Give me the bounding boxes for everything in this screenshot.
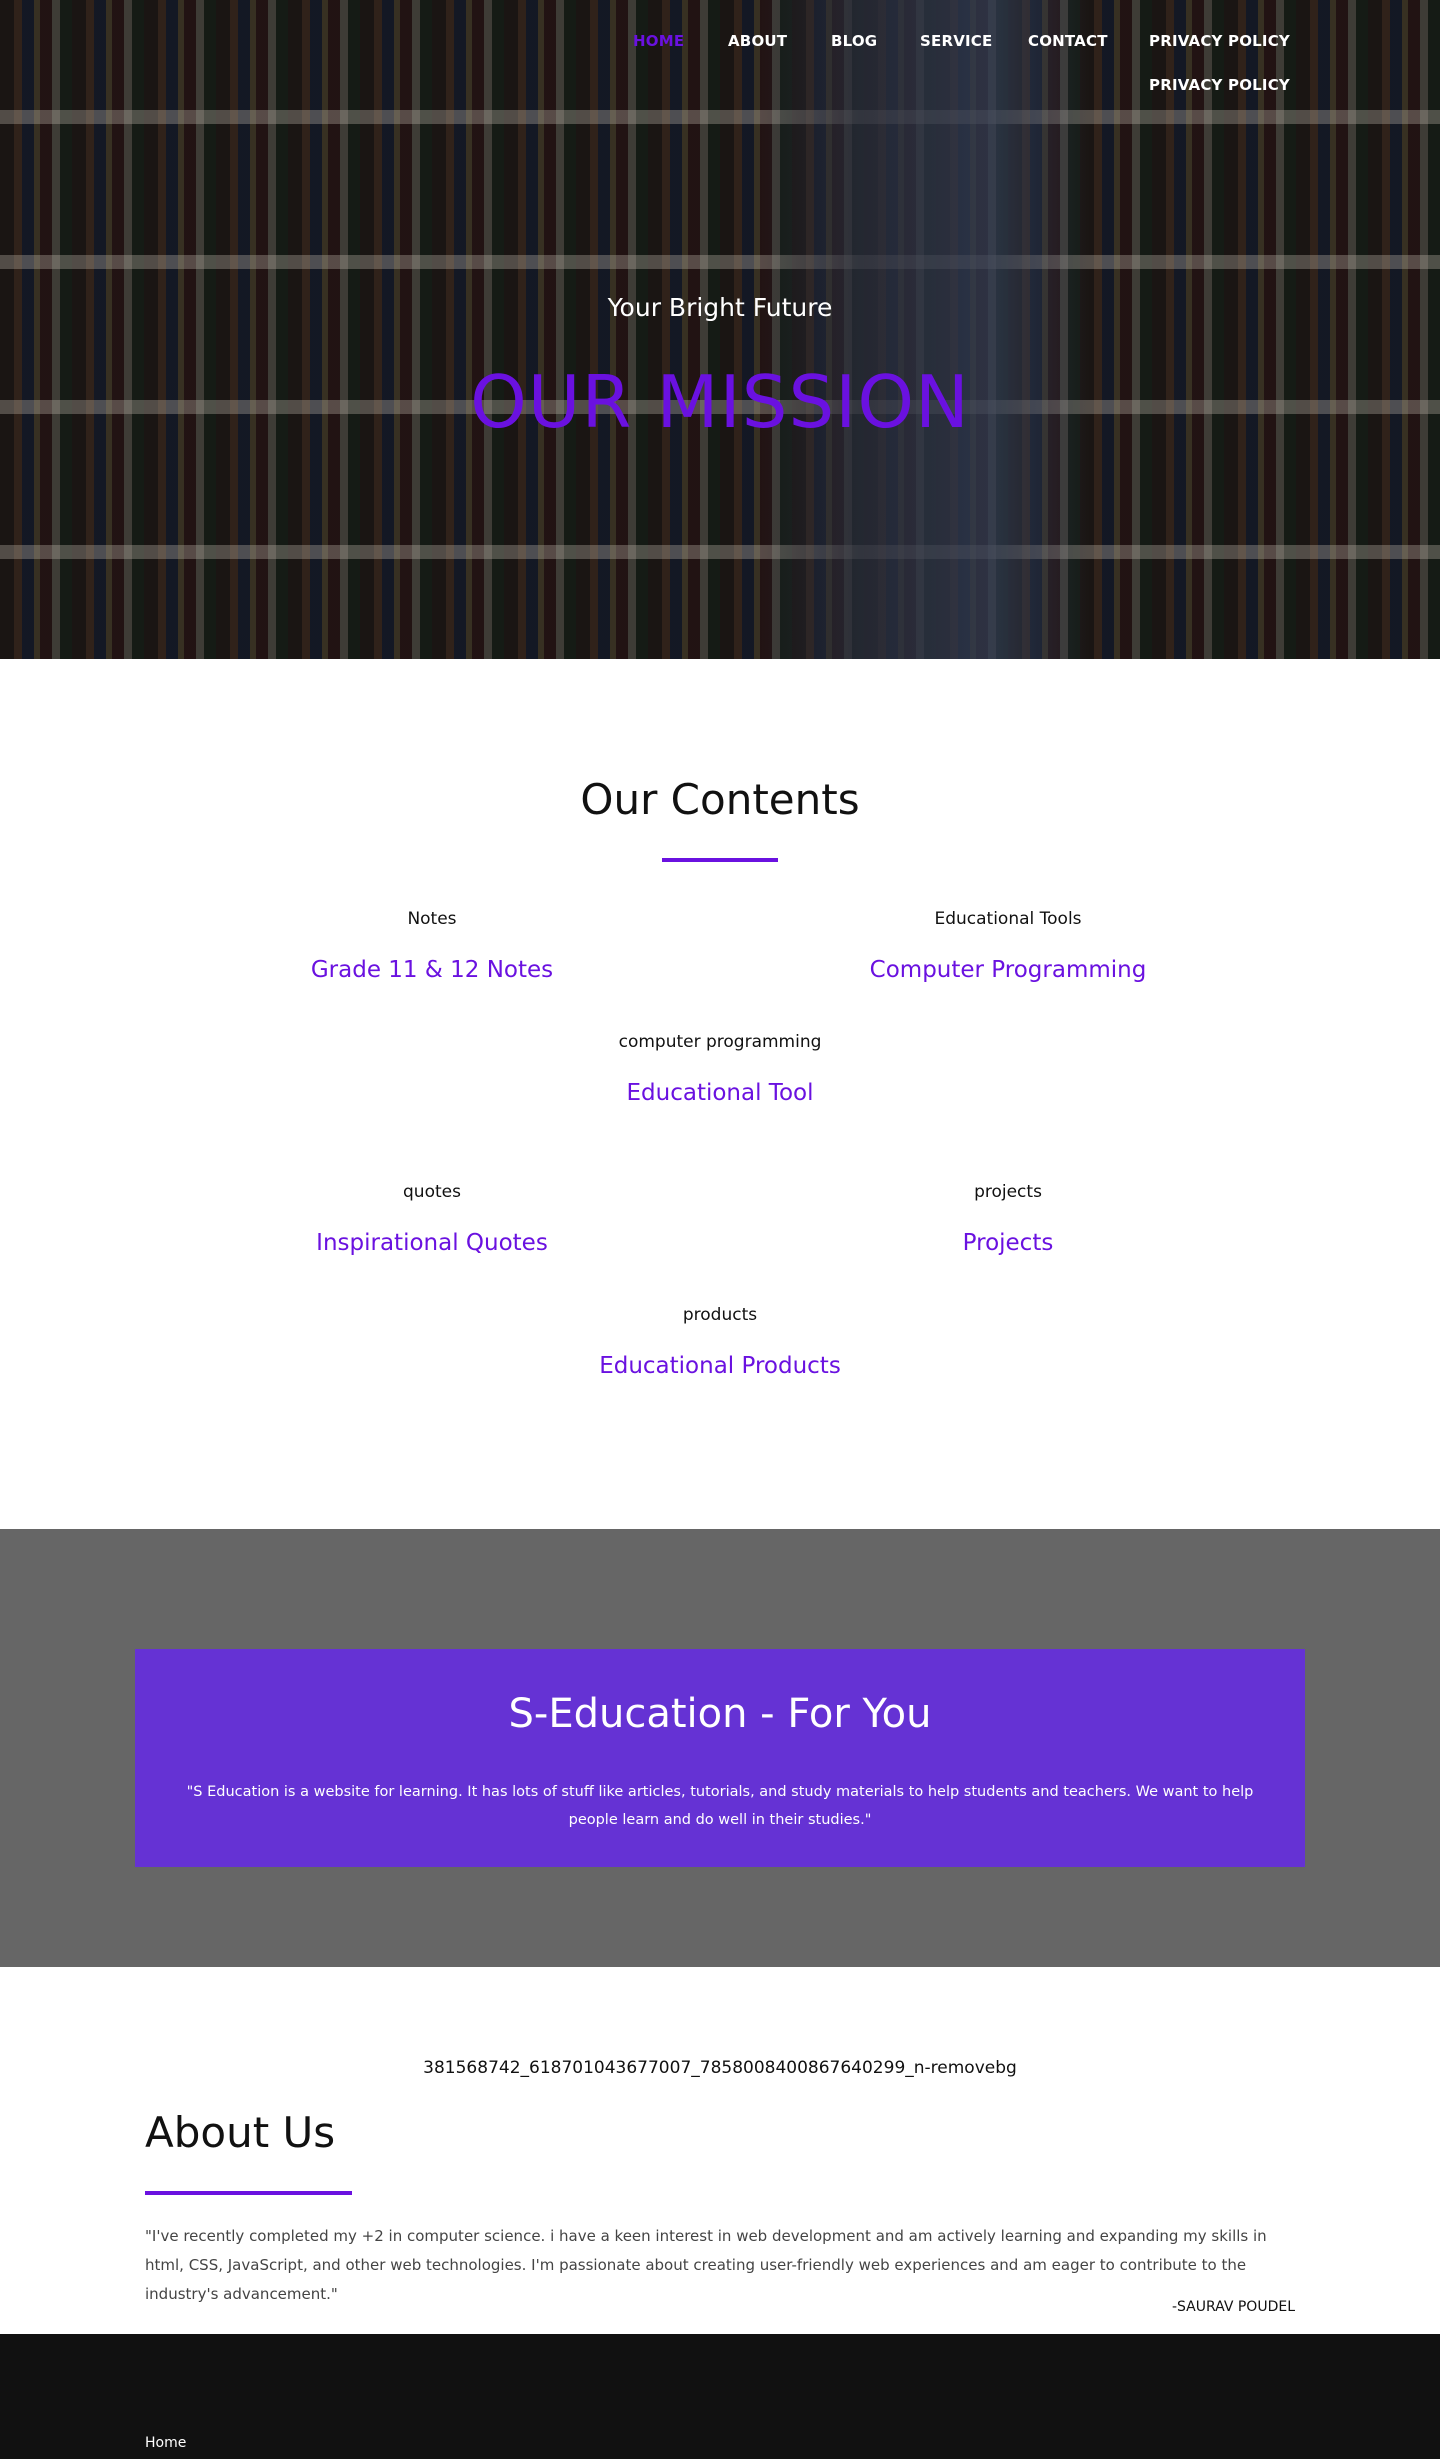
content-card-educational-tool[interactable]: computer programming Educational Tool [520,1032,920,1106]
footer: Home [0,2334,1440,2459]
nav-item-privacy-policy[interactable]: PRIVACY POLICY [1149,32,1290,50]
hero-subtitle: Your Bright Future [607,293,833,322]
about-signature: -SAURAV POUDEL [1171,2299,1295,2315]
hero-title: OUR MISSION [470,360,970,444]
banner-quote: "S Education is a website for learning. … [186,1784,1254,1828]
about-heading: About Us [145,2108,336,2157]
about-image: 381568742_618701043677007_78580084008676… [423,2058,1017,2078]
about-heading-underline [145,2191,352,2195]
nav-item-contact[interactable]: CONTACT [1028,32,1108,50]
hero-section: HOME ABOUT BLOG SERVICE CONTACT PRIVACY … [0,0,1440,659]
products-image: products [682,1305,758,1325]
content-card-notes[interactable]: Notes Grade 11 & 12 Notes [232,909,632,983]
banner-title: S-Education - For You [508,1691,932,1737]
content-card-label[interactable]: Educational Tool [520,1080,920,1106]
nav-item-privacy-policy-secondary[interactable]: PRIVACY POLICY [1149,76,1290,94]
computer-programming-image: computer programming [618,1032,822,1052]
content-card-products[interactable]: products Educational Products [520,1305,920,1379]
content-card-label[interactable]: Educational Products [520,1353,920,1379]
nav-item-service[interactable]: SERVICE [920,32,992,50]
content-card-quotes[interactable]: quotes Inspirational Quotes [232,1182,632,1256]
nav-item-about[interactable]: ABOUT [728,32,787,50]
main-nav: HOME ABOUT BLOG SERVICE CONTACT PRIVACY … [0,30,1440,110]
footer-link-home[interactable]: Home [145,2435,186,2451]
bookshelf-plank [0,110,1440,124]
about-quote: "I've recently completed my +2 in comput… [145,2227,1267,2303]
notes-image: Notes [407,909,457,929]
content-card-label[interactable]: Projects [808,1230,1208,1256]
content-card-label[interactable]: Inspirational Quotes [232,1230,632,1256]
nav-item-blog[interactable]: BLOG [831,32,877,50]
projects-image: projects [974,1182,1042,1202]
content-card-programming[interactable]: Educational Tools Computer Programming [808,909,1208,983]
quotes-image: quotes [403,1182,461,1202]
contents-heading: Our Contents [580,775,860,824]
bookshelf-plank [0,545,1440,559]
content-card-projects[interactable]: projects Projects [808,1182,1208,1256]
content-card-label[interactable]: Grade 11 & 12 Notes [232,957,632,983]
banner-box: S-Education - For You "S Education is a … [135,1649,1305,1867]
nav-item-home[interactable]: HOME [633,32,684,50]
heading-underline [662,858,778,862]
bookshelf-plank [0,255,1440,269]
content-card-label[interactable]: Computer Programming [808,957,1208,983]
educational-tools-image: Educational Tools [934,909,1082,929]
